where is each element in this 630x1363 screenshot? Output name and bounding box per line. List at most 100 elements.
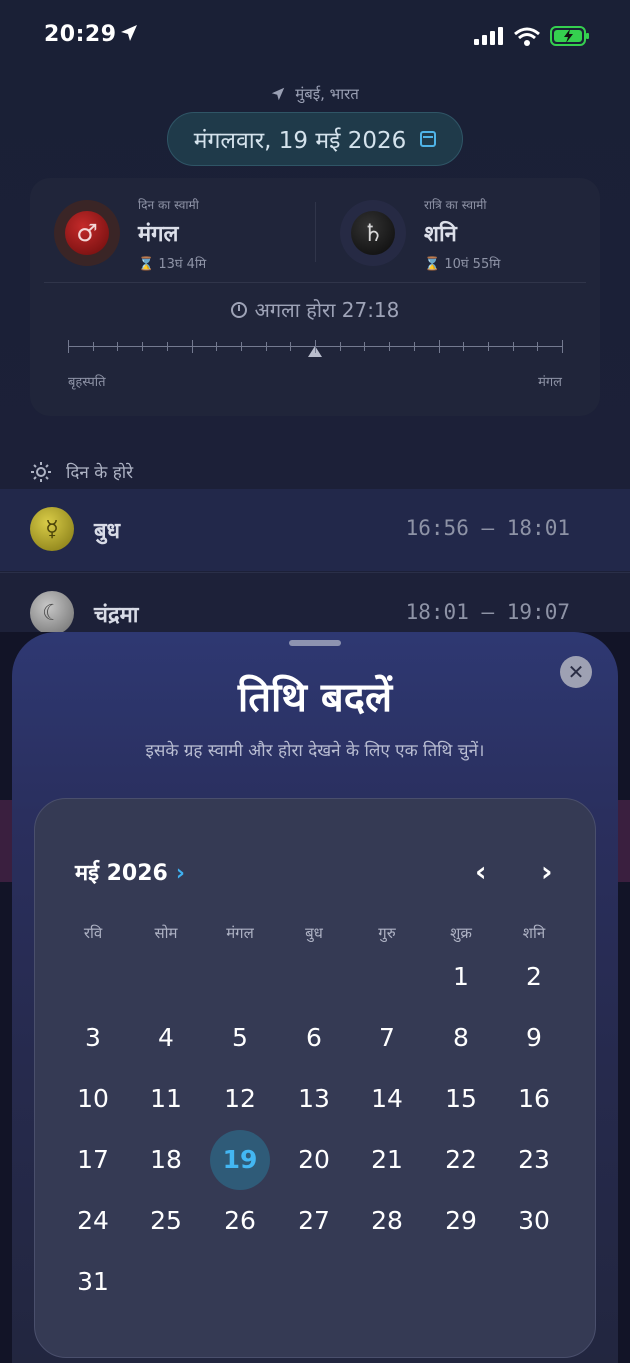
calendar-day[interactable]: 16 (504, 1069, 564, 1129)
timeline-tick (389, 342, 391, 351)
calendar-day[interactable]: 21 (357, 1130, 417, 1190)
calendar-day[interactable]: 29 (431, 1191, 491, 1251)
calendar-day[interactable]: 27 (284, 1191, 344, 1251)
date-change-sheet: ✕ तिथि बदलें इसके ग्रह स्वामी और होरा दे… (12, 632, 618, 1363)
timeline-tick (117, 342, 119, 351)
calendar-day[interactable]: 28 (357, 1191, 417, 1251)
weekday-label: रवि (83, 924, 103, 942)
calendar-day[interactable]: 23 (504, 1130, 564, 1190)
calendar-day[interactable]: 25 (136, 1191, 196, 1251)
day-lord-duration: ⌛ 13घं 4मि (138, 257, 207, 272)
timeline-tick (265, 342, 267, 351)
timeline-end-label: मंगल (538, 375, 562, 390)
location-row[interactable]: मुंबई, भारत (0, 84, 630, 104)
mercury-icon: ☿ (30, 507, 74, 551)
section-title: दिन के होरे (66, 463, 134, 483)
calendar-day[interactable]: 7 (357, 1008, 417, 1068)
day-lord-name: मंगल (138, 222, 179, 247)
calendar-day[interactable]: 22 (431, 1130, 491, 1190)
weekday-label: मंगल (226, 924, 254, 942)
calendar-day[interactable]: 3 (63, 1008, 123, 1068)
calendar: मई 2026 › ‹ › रवि सोम मंगल बुध गुरु शुक्र शनि 1 2… (34, 798, 596, 1358)
weekday-label: गुरु (378, 924, 396, 942)
calendar-day[interactable]: 6 (284, 1008, 344, 1068)
location-label: मुंबई, भारत (295, 85, 359, 103)
calendar-day[interactable]: 5 (210, 1008, 270, 1068)
timer-icon (230, 302, 247, 318)
date-picker-button[interactable]: मंगलवार, 19 मई 2026 (167, 112, 463, 166)
timeline-tick (562, 340, 563, 353)
calendar-day[interactable]: 14 (357, 1069, 417, 1129)
calendar-day[interactable]: 12 (210, 1069, 270, 1129)
timeline-tick (68, 340, 69, 353)
timeline-tick (512, 342, 514, 351)
timeline-tick (315, 340, 316, 353)
calendar-day[interactable]: 17 (63, 1130, 123, 1190)
lords-card: ♂ दिन का स्वामी मंगल ⌛ 13घं 4मि ♄ रात्रि… (30, 178, 600, 416)
night-lord-caption: रात्रि का स्वामी (424, 198, 487, 212)
signal-icon (474, 27, 503, 45)
next-month-button[interactable]: › (541, 855, 553, 888)
calendar-day[interactable]: 26 (210, 1191, 270, 1251)
wifi-icon (514, 27, 540, 46)
hora-time: 18:01 – 19:07 (405, 600, 570, 624)
location-arrow-icon (121, 25, 137, 41)
timeline-tick (339, 342, 341, 351)
divider (315, 202, 316, 262)
calendar-day[interactable]: 13 (284, 1069, 344, 1129)
next-hora: अगला होरा 27:18 (30, 296, 600, 323)
weekday-label: शनि (522, 924, 546, 942)
month-label: मई 2026 (75, 861, 168, 886)
timeline-tick (537, 342, 539, 351)
previous-month-button[interactable]: ‹ (475, 855, 487, 888)
calendar-icon (420, 131, 437, 147)
timeline-tick (438, 340, 440, 353)
calendar-day[interactable]: 2 (504, 947, 564, 1007)
status-bar: 20:29 (0, 0, 630, 70)
divider (44, 282, 586, 283)
calendar-day[interactable]: 11 (136, 1069, 196, 1129)
chevron-right-icon: › (175, 861, 185, 886)
timeline-tick (463, 342, 465, 351)
month-picker-button[interactable]: मई 2026 › (75, 857, 185, 887)
sheet-grabber[interactable] (289, 640, 341, 646)
calendar-day[interactable]: 31 (63, 1252, 123, 1312)
sun-icon (31, 461, 51, 482)
weekday-label: सोम (154, 924, 178, 942)
hora-time: 16:56 – 18:01 (405, 516, 570, 540)
hora-row[interactable]: ☿ बुध 16:56 – 18:01 (0, 489, 630, 571)
calendar-day[interactable]: 1 (431, 947, 491, 1007)
sheet-subtitle: इसके ग्रह स्वामी और होरा देखने के लिए एक… (145, 741, 485, 761)
calendar-day[interactable]: 18 (136, 1130, 196, 1190)
timeline-tick (92, 342, 94, 351)
day-lord-caption: दिन का स्वामी (138, 198, 199, 212)
battery-charging-icon (550, 26, 589, 46)
date-label: मंगलवार, 19 मई 2026 (193, 128, 407, 154)
timeline-tick (413, 342, 415, 351)
calendar-day-selected[interactable]: 19 (210, 1130, 270, 1190)
weekday-label: बुध (305, 924, 323, 942)
calendar-day[interactable]: 15 (431, 1069, 491, 1129)
status-icons (474, 26, 590, 46)
calendar-day[interactable]: 10 (63, 1069, 123, 1129)
moon-icon: ☾ (30, 591, 74, 635)
calendar-day[interactable]: 4 (136, 1008, 196, 1068)
timeline-tick (191, 340, 193, 353)
timeline-tick (240, 342, 242, 351)
timeline-tick (142, 342, 144, 351)
weekday-label: शुक्र (450, 924, 472, 942)
hora-timeline (68, 338, 563, 362)
hora-planet-name: चंद्रमा (94, 603, 139, 628)
timeline-tick (166, 342, 168, 351)
night-lord-name: शनि (424, 222, 457, 247)
calendar-day[interactable]: 9 (504, 1008, 564, 1068)
calendar-day[interactable]: 8 (431, 1008, 491, 1068)
timeline-tick (216, 342, 218, 351)
location-arrow-icon (271, 87, 285, 101)
calendar-day[interactable]: 30 (504, 1191, 564, 1251)
calendar-day[interactable]: 24 (63, 1191, 123, 1251)
calendar-day[interactable]: 20 (284, 1130, 344, 1190)
timeline-tick (487, 342, 489, 351)
hora-planet-name: बुध (94, 519, 121, 544)
timeline-tick (364, 342, 366, 351)
